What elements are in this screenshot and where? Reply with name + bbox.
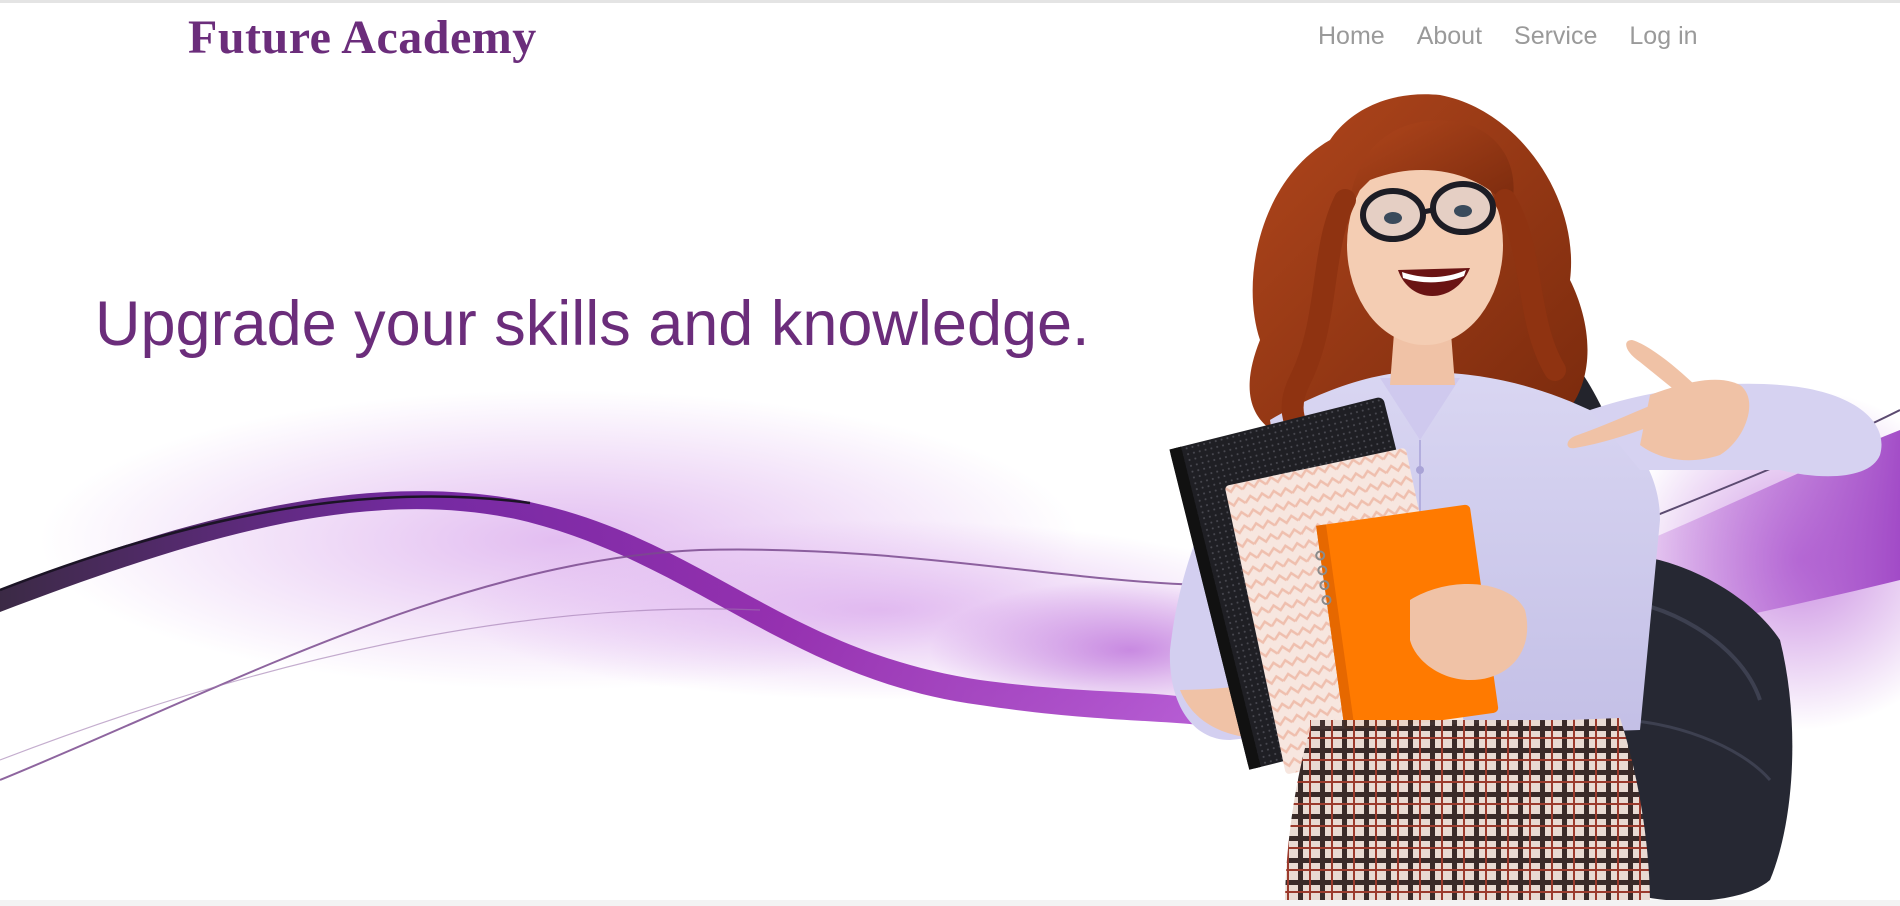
site-logo[interactable]: Future Academy: [188, 10, 537, 66]
landing-page: Future Academy Home About Service Log in…: [0, 0, 1900, 906]
hero-headline: Upgrade your skills and knowledge.: [95, 289, 1090, 359]
nav-link-about[interactable]: About: [1417, 20, 1482, 52]
nav-link-service[interactable]: Service: [1514, 20, 1597, 52]
nav-link-home[interactable]: Home: [1318, 20, 1385, 52]
hero-background-art: [0, 94, 1900, 906]
main-navigation: Home About Service Log in: [1318, 20, 1698, 52]
bottom-divider: [0, 900, 1900, 906]
nav-link-log-in[interactable]: Log in: [1629, 20, 1697, 52]
